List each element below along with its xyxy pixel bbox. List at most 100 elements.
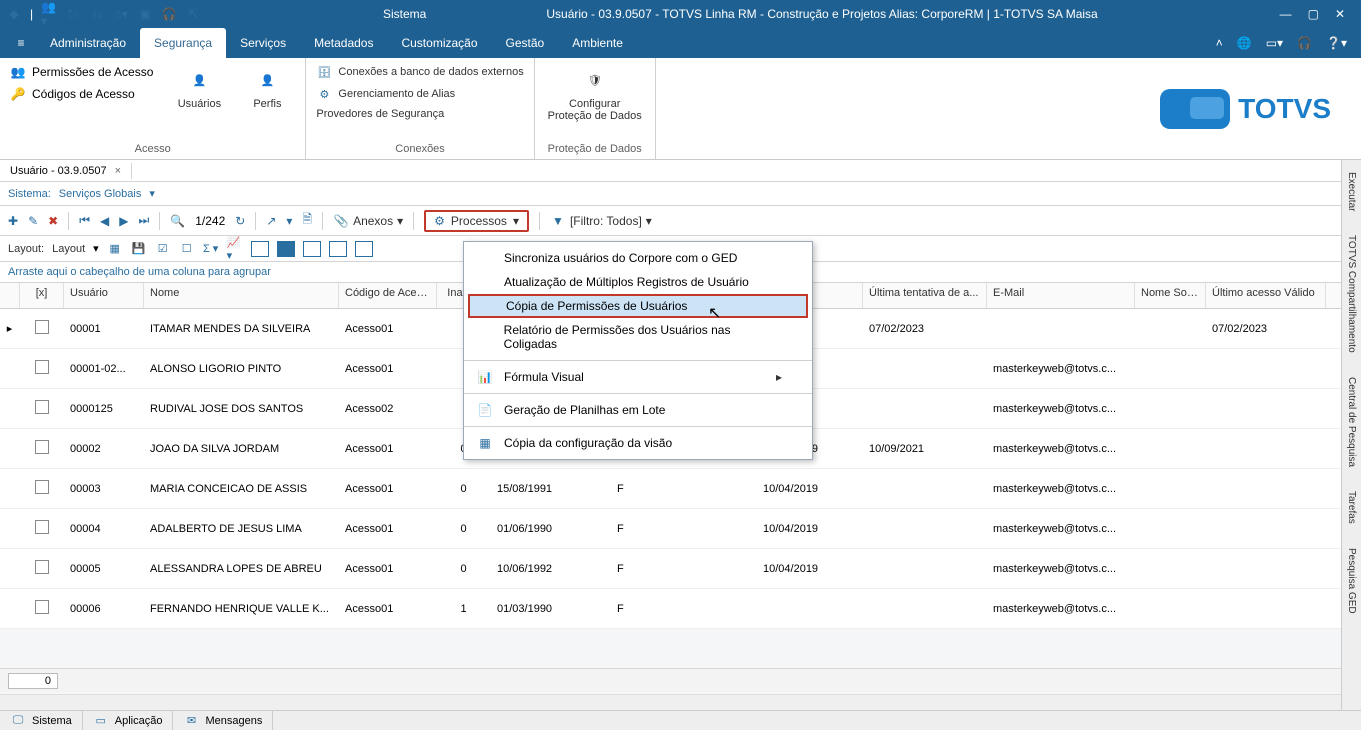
col-nomesocial[interactable]: Nome Social bbox=[1135, 283, 1206, 308]
menu-tab-seguranca[interactable]: Segurança bbox=[140, 28, 226, 58]
col-nome[interactable]: Nome bbox=[144, 283, 339, 308]
refresh-button[interactable]: ↻ bbox=[235, 214, 245, 228]
provedores-seguranca-button[interactable]: Provedores de Segurança bbox=[316, 108, 523, 120]
row-checkbox[interactable] bbox=[20, 358, 64, 379]
menu-tab-administracao[interactable]: Administração bbox=[36, 28, 140, 58]
col-check[interactable]: [x] bbox=[20, 283, 64, 308]
perfis-button[interactable]: 👤Perfis bbox=[239, 64, 295, 110]
table-row[interactable]: 00006FERNANDO HENRIQUE VALLE K...Acesso0… bbox=[0, 589, 1361, 629]
table-row[interactable]: 00004ADALBERTO DE JESUS LIMAAcesso01001/… bbox=[0, 509, 1361, 549]
col-usuario[interactable]: Usuário bbox=[64, 283, 144, 308]
footer-tab-aplicacao[interactable]: ▭Aplicação bbox=[83, 711, 174, 730]
layout-value[interactable]: Layout bbox=[52, 243, 85, 255]
layout-view-2[interactable] bbox=[277, 241, 295, 257]
menu-item[interactable]: ▦Cópia da configuração da visão bbox=[464, 431, 812, 455]
menu-item[interactable]: Cópia de Permissões de Usuários bbox=[468, 294, 808, 318]
row-checkbox[interactable] bbox=[20, 398, 64, 419]
users-icon[interactable]: 👥▾ bbox=[41, 6, 57, 22]
codigos-button[interactable]: 🔑Códigos de Acesso bbox=[10, 86, 153, 102]
print-dropdown-icon[interactable]: ▾ bbox=[286, 214, 292, 228]
col-codigo[interactable]: Código de Acesso bbox=[339, 283, 437, 308]
row-checkbox[interactable] bbox=[20, 598, 64, 619]
filtro-button[interactable]: ▼[Filtro: Todos] ▾ bbox=[550, 213, 652, 229]
doc-tab-close-icon[interactable]: × bbox=[115, 165, 121, 177]
gerenciamento-alias-button[interactable]: ⚙Gerenciamento de Alias bbox=[316, 86, 523, 102]
menu-item[interactable]: Sincroniza usuários do Corpore com o GED bbox=[464, 246, 812, 270]
window-icon[interactable]: ▣ bbox=[137, 6, 153, 22]
close-button[interactable]: ✕ bbox=[1335, 7, 1345, 21]
layout-view-5[interactable] bbox=[355, 241, 373, 257]
export-button[interactable]: ↗ bbox=[266, 214, 276, 228]
layout-view-1[interactable] bbox=[251, 241, 269, 257]
last-button[interactable]: ⏭ bbox=[138, 213, 149, 228]
save-layout-icon[interactable]: 💾 bbox=[131, 241, 147, 257]
processos-button[interactable]: ⚙ Processos ▾ bbox=[424, 210, 529, 232]
col-ultimo[interactable]: Último acesso Válido bbox=[1206, 283, 1326, 308]
table-row[interactable]: 00005ALESSANDRA LOPES DE ABREUAcesso0101… bbox=[0, 549, 1361, 589]
delete-button[interactable]: ✖ bbox=[48, 214, 58, 228]
row-checkbox[interactable] bbox=[20, 478, 64, 499]
side-tab-executar[interactable]: Executar bbox=[1346, 166, 1357, 217]
maximize-button[interactable]: ▢ bbox=[1308, 7, 1319, 21]
sigma-icon[interactable]: Σ ▾ bbox=[203, 241, 219, 257]
checked-icon[interactable]: ☑ bbox=[155, 241, 171, 257]
col-email[interactable]: E-Mail bbox=[987, 283, 1135, 308]
footer-tab-sistema[interactable]: 🖵Sistema bbox=[0, 711, 83, 730]
menu-tab-ambiente[interactable]: Ambiente bbox=[558, 28, 637, 58]
headset-icon[interactable]: 🎧 bbox=[161, 6, 177, 22]
horizontal-scrollbar[interactable] bbox=[0, 694, 1361, 710]
doc-tab-usuario[interactable]: Usuário - 03.9.0507 × bbox=[0, 163, 132, 179]
grid-icon[interactable]: ▦ bbox=[107, 241, 123, 257]
menu-tab-metadados[interactable]: Metadados bbox=[300, 28, 387, 58]
conexoes-externas-button[interactable]: 🗄Conexões a banco de dados externos bbox=[316, 64, 523, 80]
hamburger-button[interactable]: ≡ bbox=[6, 28, 36, 58]
anexos-button[interactable]: 📎Anexos ▾ bbox=[333, 213, 403, 229]
prev-button[interactable]: ◀ bbox=[100, 214, 109, 228]
row-checkbox[interactable] bbox=[20, 438, 64, 459]
menu-item[interactable]: 📄Geração de Planilhas em Lote bbox=[464, 398, 812, 422]
side-tab-pesquisa[interactable]: Central de Pesquisa bbox=[1346, 371, 1357, 473]
edit-button[interactable]: ✎ bbox=[28, 214, 38, 228]
home-icon[interactable]: ⌂▾ bbox=[113, 6, 129, 22]
help-icon[interactable]: ❔▾ bbox=[1326, 36, 1347, 50]
chart-icon[interactable]: 📈 ▾ bbox=[227, 241, 243, 257]
globe-icon[interactable]: 🌐 bbox=[1237, 36, 1252, 50]
minimize-button[interactable]: — bbox=[1280, 7, 1292, 21]
back-icon[interactable]: ⎋ bbox=[65, 6, 81, 22]
layout-view-3[interactable] bbox=[303, 241, 321, 257]
forward-icon[interactable]: ⎌ bbox=[89, 6, 105, 22]
menu-tab-servicos[interactable]: Serviços bbox=[226, 28, 300, 58]
configurar-protecao-button[interactable]: 🛡Configurar Proteção de Dados bbox=[545, 64, 645, 122]
first-button[interactable]: ⏮ bbox=[79, 213, 90, 228]
usuarios-button[interactable]: 👤Usuários bbox=[171, 64, 227, 110]
cell-usuario: 00001-02... bbox=[64, 361, 144, 377]
menu-item[interactable]: 📊Fórmula Visual▸ bbox=[464, 365, 812, 389]
menu-tab-gestao[interactable]: Gestão bbox=[492, 28, 559, 58]
row-checkbox[interactable] bbox=[20, 558, 64, 579]
table-row[interactable]: 00003MARIA CONCEICAO DE ASSISAcesso01015… bbox=[0, 469, 1361, 509]
permissoes-button[interactable]: 👥Permissões de Acesso bbox=[10, 64, 153, 80]
menu-tab-customizacao[interactable]: Customização bbox=[387, 28, 491, 58]
menu-item[interactable]: Atualização de Múltiplos Registros de Us… bbox=[464, 270, 812, 294]
sistema-value[interactable]: Serviços Globais bbox=[59, 188, 142, 200]
next-button[interactable]: ▶ bbox=[119, 214, 128, 228]
row-checkbox[interactable] bbox=[20, 518, 64, 539]
doc-button[interactable]: 🗎 bbox=[302, 210, 312, 231]
support-icon[interactable]: 🎧 bbox=[1297, 36, 1312, 50]
row-checkbox[interactable] bbox=[20, 318, 64, 339]
footer-tab-mensagens[interactable]: ✉Mensagens bbox=[173, 711, 273, 730]
side-tab-compartilhamento[interactable]: TOTVS Compartilhamento bbox=[1346, 229, 1357, 359]
layout-view-4[interactable] bbox=[329, 241, 347, 257]
search-button[interactable]: 🔍 bbox=[170, 214, 185, 228]
side-tab-tarefas[interactable]: Tarefas bbox=[1346, 485, 1357, 530]
export-icon[interactable]: ⇱ bbox=[185, 6, 201, 22]
menu-bar: ≡ Administração Segurança Serviços Metad… bbox=[0, 28, 1361, 58]
side-tab-ged[interactable]: Pesquisa GED bbox=[1346, 542, 1357, 620]
add-button[interactable]: ✚ bbox=[8, 214, 18, 228]
menu-item[interactable]: Relatório de Permissões dos Usuários nas… bbox=[464, 318, 812, 356]
unchecked-icon[interactable]: ☐ bbox=[179, 241, 195, 257]
chevron-up-icon[interactable]: ˄ bbox=[1216, 36, 1223, 50]
sistema-dropdown-icon[interactable]: ▾ bbox=[149, 187, 155, 200]
col-tentativa[interactable]: Última tentativa de a... bbox=[863, 283, 987, 308]
screen-icon[interactable]: ▭▾ bbox=[1266, 36, 1283, 50]
